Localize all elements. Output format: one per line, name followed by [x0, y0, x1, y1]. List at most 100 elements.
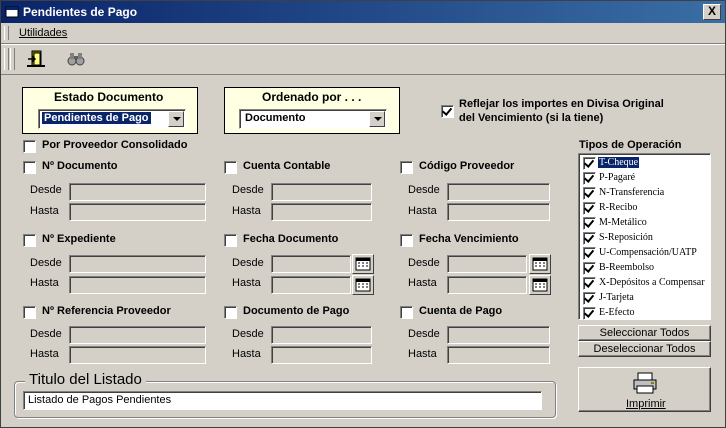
fecha-documento-hasta-field[interactable] — [271, 276, 351, 294]
estado-documento-value: Pendientes de Pago — [42, 112, 151, 124]
n-expediente-hasta-label: Hasta — [30, 277, 59, 289]
reflejar-label-line2: del Vencimiento (si la tiene) — [459, 112, 604, 124]
list-item[interactable]: S-Reposición — [581, 231, 710, 246]
fecha-vencimiento-hasta-calendar-button[interactable] — [529, 275, 551, 295]
codigo-proveedor-desde-field[interactable] — [447, 183, 550, 201]
codigo-proveedor-hasta-label: Hasta — [408, 205, 437, 217]
chevron-down-icon[interactable] — [369, 111, 385, 127]
list-item[interactable]: T-Cheque — [581, 156, 710, 171]
fecha-documento-desde-calendar-button[interactable] — [352, 254, 374, 274]
cuenta-pago-checkbox[interactable] — [400, 306, 413, 319]
n-expediente-hasta-field[interactable] — [69, 276, 206, 294]
list-item[interactable]: X-Depósitos a Compensar — [581, 276, 710, 291]
cuenta-contable-hasta-field[interactable] — [271, 203, 372, 221]
cuenta-contable-desde-label: Desde — [232, 184, 264, 196]
search-button[interactable] — [63, 48, 89, 70]
n-referencia-checkbox[interactable] — [23, 306, 36, 319]
fecha-vencimiento-desde-calendar-button[interactable] — [529, 254, 551, 274]
list-item[interactable]: N-Transferencia — [581, 186, 710, 201]
cuenta-contable-hasta-label: Hasta — [232, 205, 261, 217]
fecha-documento-label: Fecha Documento — [243, 233, 339, 245]
codigo-proveedor-checkbox[interactable] — [400, 161, 413, 174]
imprimir-label: Imprimir — [626, 398, 666, 410]
cuenta-contable-desde-field[interactable] — [271, 183, 372, 201]
tipo-checkbox[interactable] — [583, 232, 596, 245]
fecha-documento-desde-label: Desde — [232, 257, 264, 269]
consolidado-label: Por Proveedor Consolidado — [42, 139, 188, 151]
n-referencia-hasta-label: Hasta — [30, 348, 59, 360]
fecha-vencimiento-hasta-field[interactable] — [447, 276, 527, 294]
estado-documento-select[interactable]: Pendientes de Pago — [38, 109, 186, 129]
window-title: Pendientes de Pago — [23, 5, 138, 19]
fecha-documento-checkbox[interactable] — [224, 234, 237, 247]
reflejar-checkbox[interactable] — [441, 105, 454, 118]
tipo-checkbox[interactable] — [583, 307, 596, 320]
fecha-vencimiento-checkbox[interactable] — [400, 234, 413, 247]
ordenado-por-box: Ordenado por . . . Documento — [224, 87, 400, 134]
fecha-vencimiento-desde-field[interactable] — [447, 255, 527, 273]
list-item[interactable]: B-Reembolso — [581, 261, 710, 276]
tipos-operacion-label: Tipos de Operación — [579, 139, 682, 151]
n-expediente-checkbox[interactable] — [23, 234, 36, 247]
documento-pago-hasta-field[interactable] — [271, 346, 372, 364]
n-referencia-desde-label: Desde — [30, 328, 62, 340]
n-documento-checkbox[interactable] — [23, 161, 36, 174]
window: Pendientes de Pago X Utilidades Estado D… — [0, 0, 726, 428]
codigo-proveedor-hasta-field[interactable] — [447, 203, 550, 221]
select-all-button[interactable]: Seleccionar Todos — [578, 325, 711, 341]
estado-documento-label: Estado Documento — [54, 90, 164, 104]
tipo-checkbox[interactable] — [583, 247, 596, 260]
reflejar-label-line1: Reflejar los importes en Divisa Original — [459, 98, 664, 110]
fecha-vencimiento-label: Fecha Vencimiento — [419, 233, 519, 245]
cuenta-pago-hasta-field[interactable] — [447, 346, 550, 364]
n-documento-hasta-field[interactable] — [69, 203, 206, 221]
n-documento-desde-label: Desde — [30, 184, 62, 196]
tipo-checkbox[interactable] — [583, 292, 596, 305]
toolbar-grip — [4, 48, 9, 70]
consolidado-checkbox[interactable] — [23, 140, 36, 153]
documento-pago-label: Documento de Pago — [243, 305, 350, 317]
cuenta-pago-desde-field[interactable] — [447, 326, 550, 344]
documento-pago-checkbox[interactable] — [224, 306, 237, 319]
chevron-down-icon[interactable] — [168, 111, 184, 127]
tipo-checkbox[interactable] — [583, 157, 596, 170]
cuenta-contable-checkbox[interactable] — [224, 161, 237, 174]
titulo-input[interactable]: Listado de Pagos Pendientes — [23, 391, 542, 410]
list-item[interactable]: R-Recibo — [581, 201, 710, 216]
n-expediente-desde-field[interactable] — [69, 255, 206, 273]
list-item[interactable]: J-Tarjeta — [581, 291, 710, 306]
list-item[interactable]: E-Efecto — [581, 306, 710, 321]
fecha-documento-desde-field[interactable] — [271, 255, 351, 273]
cuenta-contable-label: Cuenta Contable — [243, 160, 331, 172]
list-item[interactable]: M-Metálico — [581, 216, 710, 231]
calendar-icon — [355, 257, 371, 271]
tipo-checkbox[interactable] — [583, 202, 596, 215]
list-item[interactable]: P-Pagaré — [581, 171, 710, 186]
title-bar: Pendientes de Pago X — [1, 1, 725, 23]
documento-pago-desde-field[interactable] — [271, 326, 372, 344]
tipo-checkbox[interactable] — [583, 262, 596, 275]
fecha-documento-hasta-label: Hasta — [232, 277, 261, 289]
tipo-checkbox[interactable] — [583, 277, 596, 290]
tipo-checkbox[interactable] — [583, 172, 596, 185]
tipo-checkbox[interactable] — [583, 187, 596, 200]
ordenado-por-select[interactable]: Documento — [239, 109, 387, 129]
titulo-value: Listado de Pagos Pendientes — [28, 394, 172, 406]
n-documento-desde-field[interactable] — [69, 183, 206, 201]
tipos-operacion-list: T-Cheque P-Pagaré N-Transferencia R-Reci… — [578, 153, 711, 320]
codigo-proveedor-label: Código Proveedor — [419, 160, 515, 172]
exit-button[interactable] — [23, 48, 49, 70]
n-referencia-desde-field[interactable] — [69, 326, 206, 344]
deselect-all-button[interactable]: Deseleccionar Todos — [578, 341, 711, 357]
n-referencia-hasta-field[interactable] — [69, 346, 206, 364]
list-item[interactable]: U-Compensación/UATP — [581, 246, 710, 261]
imprimir-button[interactable]: Imprimir — [578, 367, 711, 412]
tipo-checkbox[interactable] — [583, 217, 596, 230]
close-button[interactable]: X — [703, 4, 721, 20]
menu-utilidades[interactable]: Utilidades — [19, 27, 67, 39]
fecha-documento-hasta-calendar-button[interactable] — [352, 275, 374, 295]
titulo-label: Titulo del Listado — [25, 371, 146, 388]
binoculars-icon — [67, 53, 85, 66]
exit-door-icon — [27, 50, 45, 67]
documento-pago-hasta-label: Hasta — [232, 348, 261, 360]
